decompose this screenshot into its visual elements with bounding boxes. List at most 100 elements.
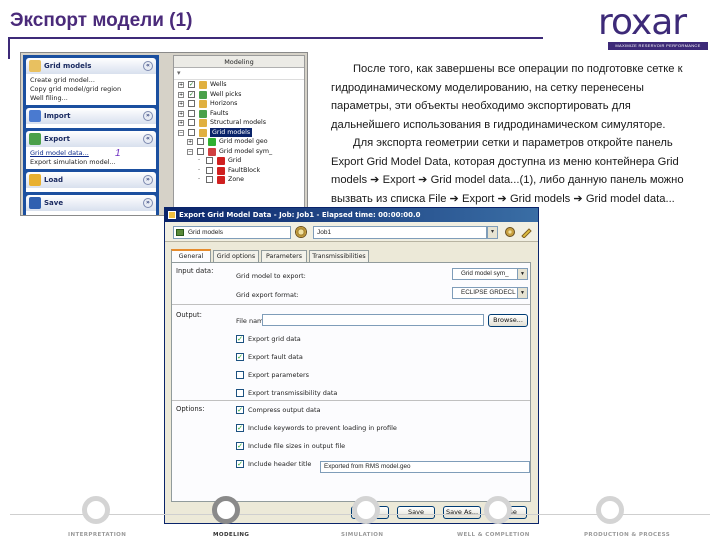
checkbox-option_checks-3[interactable]: ✓ Include header title bbox=[236, 459, 311, 469]
nav-section-0[interactable]: Grid models « bbox=[26, 58, 156, 74]
visibility-checkbox[interactable]: ✓ bbox=[188, 81, 195, 88]
options-section: Options: ✓ Compress output data ✓ Include k… bbox=[172, 401, 530, 475]
checkbox-box[interactable]: ✓ bbox=[236, 460, 244, 468]
nav-section-4[interactable]: Save » bbox=[26, 195, 156, 211]
dialog-title: Export Grid Model Data - Job: Job1 - Ela… bbox=[165, 208, 538, 222]
export-format-select[interactable]: ECLIPSE GRDECL ▼ bbox=[452, 287, 528, 299]
checkbox-label: Export parameters bbox=[248, 371, 310, 379]
visibility-checkbox[interactable] bbox=[197, 138, 204, 145]
visibility-checkbox[interactable] bbox=[197, 147, 204, 155]
tab-transmissibilities[interactable]: Transmissibilities bbox=[309, 250, 369, 262]
checkbox-box[interactable]: ✓ bbox=[236, 442, 244, 450]
edit-job-icon[interactable] bbox=[520, 226, 532, 238]
checkbox-label: Include keywords to prevent loading in p… bbox=[248, 424, 397, 432]
tab-parameters[interactable]: Parameters bbox=[261, 250, 307, 262]
checkbox-box[interactable]: ✓ bbox=[236, 353, 244, 361]
workflow-cycle-icon bbox=[212, 496, 240, 524]
expand-icon[interactable]: + bbox=[178, 82, 184, 88]
checkbox-box[interactable] bbox=[236, 389, 244, 397]
chevron-icon[interactable]: » bbox=[143, 198, 153, 208]
tree-row[interactable]: + ✓ Well picks bbox=[174, 90, 304, 100]
tree-row[interactable]: + Structural models bbox=[174, 118, 304, 128]
nav-link[interactable]: Copy grid model/grid region bbox=[30, 85, 152, 94]
collapse-icon[interactable]: − bbox=[178, 129, 184, 136]
tree-row[interactable]: - Zone bbox=[174, 175, 304, 185]
visibility-checkbox[interactable] bbox=[206, 157, 213, 164]
checkbox-option_checks-0[interactable]: ✓ Compress output data bbox=[236, 405, 321, 415]
tree-row[interactable]: - Grid bbox=[174, 156, 304, 166]
checkbox-label: Compress output data bbox=[248, 406, 321, 414]
checkbox-output_checks-3[interactable]: Export transmissibility data bbox=[236, 388, 337, 398]
visibility-checkbox[interactable] bbox=[188, 128, 195, 136]
roxar-logo: roxar MAXIMIZE RESERVOIR PERFORMANCE bbox=[598, 2, 713, 52]
tree-row[interactable]: − Grid model sym_ bbox=[174, 147, 304, 157]
tree-row[interactable]: + Faults bbox=[174, 109, 304, 119]
collapse-icon[interactable]: − bbox=[187, 148, 193, 155]
checkbox-box[interactable]: ✓ bbox=[236, 335, 244, 343]
visibility-checkbox[interactable] bbox=[188, 109, 195, 117]
grid-model-select[interactable]: Grid model sym_ ▼ bbox=[452, 268, 528, 280]
checkbox-box[interactable]: ✓ bbox=[236, 424, 244, 432]
dialog-title-text: Export Grid Model Data - Job: Job1 - Ela… bbox=[179, 211, 421, 219]
nav-link[interactable]: Create grid model... bbox=[30, 76, 152, 85]
workflow-stage: INTERPRETATION bbox=[68, 532, 127, 538]
expand-icon[interactable]: + bbox=[178, 101, 184, 107]
expand-icon[interactable]: + bbox=[178, 91, 184, 98]
tree-row[interactable]: - FaultBlock bbox=[174, 166, 304, 176]
chevron-icon[interactable]: » bbox=[143, 175, 153, 185]
visibility-checkbox[interactable] bbox=[188, 119, 195, 126]
visibility-checkbox[interactable] bbox=[206, 176, 213, 183]
job-name-input[interactable]: Job1 bbox=[313, 226, 487, 239]
nav-link[interactable]: Well filing... bbox=[30, 94, 152, 103]
tree-item-icon bbox=[199, 81, 207, 89]
gear-icon[interactable] bbox=[295, 226, 307, 238]
checkbox-label: Export transmissibility data bbox=[248, 389, 338, 397]
nav-link[interactable]: Grid model data... bbox=[30, 149, 152, 158]
tree-row[interactable]: + ✓ Wells bbox=[174, 80, 304, 90]
tab-general[interactable]: General bbox=[171, 249, 211, 262]
nav-section-1[interactable]: Import » bbox=[26, 108, 156, 124]
chevron-icon[interactable]: » bbox=[143, 111, 153, 121]
visibility-checkbox[interactable] bbox=[206, 166, 213, 174]
logo-wordmark: roxar bbox=[598, 2, 687, 43]
chevron-icon[interactable]: « bbox=[143, 61, 153, 71]
tree-item-icon bbox=[217, 166, 225, 175]
tree-row[interactable]: − Grid models bbox=[174, 127, 304, 137]
expand-icon[interactable]: + bbox=[178, 110, 184, 117]
tree-item-icon bbox=[199, 100, 207, 108]
checkbox-label: Export grid data bbox=[248, 335, 301, 343]
tree-item-icon bbox=[208, 147, 216, 156]
nav-section-3[interactable]: Load » bbox=[26, 172, 156, 188]
checkbox-box[interactable] bbox=[236, 371, 244, 379]
browse-button[interactable]: Browse... bbox=[488, 314, 528, 327]
file-name-input[interactable] bbox=[262, 314, 484, 326]
checkbox-box[interactable]: ✓ bbox=[236, 406, 244, 414]
expand-icon[interactable]: + bbox=[178, 120, 184, 126]
tree-row[interactable]: + Horizons bbox=[174, 99, 304, 109]
nav-link[interactable]: Export simulation model... bbox=[30, 158, 152, 167]
tree-row[interactable]: + Grid model geo bbox=[174, 137, 304, 147]
body-text: После того, как завершены все операции п… bbox=[331, 60, 691, 208]
tree-title: Modeling bbox=[174, 56, 304, 68]
visibility-checkbox[interactable] bbox=[188, 100, 195, 107]
workflow-stage: WELL & COMPLETION bbox=[457, 532, 530, 538]
tab-grid-options[interactable]: Grid options bbox=[213, 250, 259, 262]
tree-item-icon bbox=[199, 90, 207, 99]
visibility-checkbox[interactable]: ✓ bbox=[188, 90, 195, 98]
checkbox-output_checks-0[interactable]: ✓ Export grid data bbox=[236, 334, 301, 344]
object-selector[interactable]: Grid models bbox=[173, 226, 291, 239]
chevron-icon[interactable]: « bbox=[143, 134, 153, 144]
checkbox-option_checks-2[interactable]: ✓ Include file sizes in output file bbox=[236, 441, 345, 451]
checkbox-output_checks-1[interactable]: ✓ Export fault data bbox=[236, 352, 303, 362]
checkbox-output_checks-2[interactable]: Export parameters bbox=[236, 370, 309, 380]
job-dropdown-button[interactable]: ▾ bbox=[487, 226, 498, 239]
nav-section-title: Load bbox=[44, 176, 64, 184]
checkbox-option_checks-1[interactable]: ✓ Include keywords to prevent loading in … bbox=[236, 423, 397, 433]
funnel-icon[interactable]: ▾ bbox=[174, 68, 304, 80]
header-title-input[interactable]: Exported from RMS model.geo bbox=[320, 461, 530, 473]
expand-icon[interactable]: + bbox=[187, 139, 193, 145]
nav-section-2[interactable]: Export « bbox=[26, 131, 156, 147]
section-icon bbox=[29, 110, 41, 122]
tree-branch-icon: - bbox=[196, 177, 202, 183]
run-job-icon[interactable] bbox=[504, 226, 516, 238]
